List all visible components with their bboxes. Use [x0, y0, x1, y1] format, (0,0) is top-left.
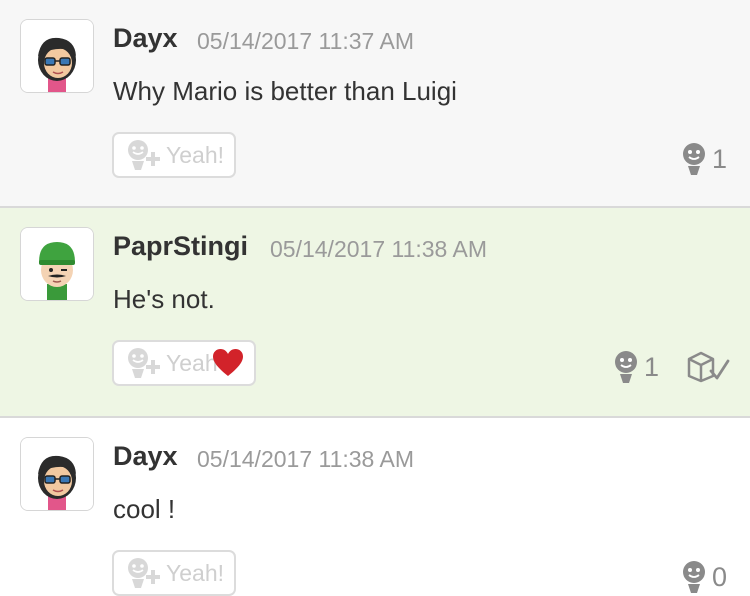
yeah-count-icon: [683, 143, 705, 175]
comment-post: Dayx 05/14/2017 11:37 AM Why Mario is be…: [0, 0, 750, 208]
spoiler-icon[interactable]: [686, 349, 730, 383]
heart-icon: [212, 349, 243, 376]
yeah-count: 1: [680, 142, 727, 176]
comment-post: PaprStingi 05/14/2017 11:38 AM He's not.…: [0, 208, 750, 418]
yeah-plus-icon: [128, 348, 160, 378]
yeah-plus-icon: [128, 140, 160, 170]
yeah-count-value: 0: [712, 561, 728, 592]
comment-post: Dayx 05/14/2017 11:38 AM cool ! Yeah! 0: [0, 418, 750, 596]
yeah-count: 1: [612, 350, 659, 384]
yeah-count-value: 1: [712, 143, 728, 174]
comment-body: cool !: [113, 494, 176, 524]
mii-avatar-image: [21, 228, 93, 300]
yeah-button-label: Yeah!: [166, 559, 224, 586]
yeah-button[interactable]: Yeah!: [112, 550, 236, 596]
yeah-count-icon: [683, 561, 705, 593]
yeah-button[interactable]: Yeah: [112, 340, 256, 386]
post-timestamp: 05/14/2017 11:37 AM: [197, 28, 414, 54]
avatar[interactable]: [20, 19, 94, 93]
comment-body: He's not.: [113, 284, 215, 314]
yeah-button[interactable]: Yeah!: [112, 132, 236, 178]
author-name[interactable]: PaprStingi: [113, 231, 248, 262]
yeah-plus-icon: [128, 558, 160, 588]
mii-avatar-image: [21, 20, 93, 92]
yeah-count-value: 1: [644, 351, 660, 382]
post-timestamp: 05/14/2017 11:38 AM: [270, 236, 487, 262]
comment-body: Why Mario is better than Luigi: [113, 76, 457, 106]
author-name[interactable]: Dayx: [113, 441, 178, 472]
author-name[interactable]: Dayx: [113, 23, 178, 54]
avatar[interactable]: [20, 227, 94, 301]
yeah-button-label: Yeah: [166, 349, 218, 376]
yeah-count-icon: [615, 351, 637, 383]
post-timestamp: 05/14/2017 11:38 AM: [197, 446, 414, 472]
avatar[interactable]: [20, 437, 94, 511]
yeah-count: 0: [680, 560, 727, 594]
yeah-button-label: Yeah!: [166, 141, 224, 168]
mii-avatar-image: [21, 438, 93, 510]
